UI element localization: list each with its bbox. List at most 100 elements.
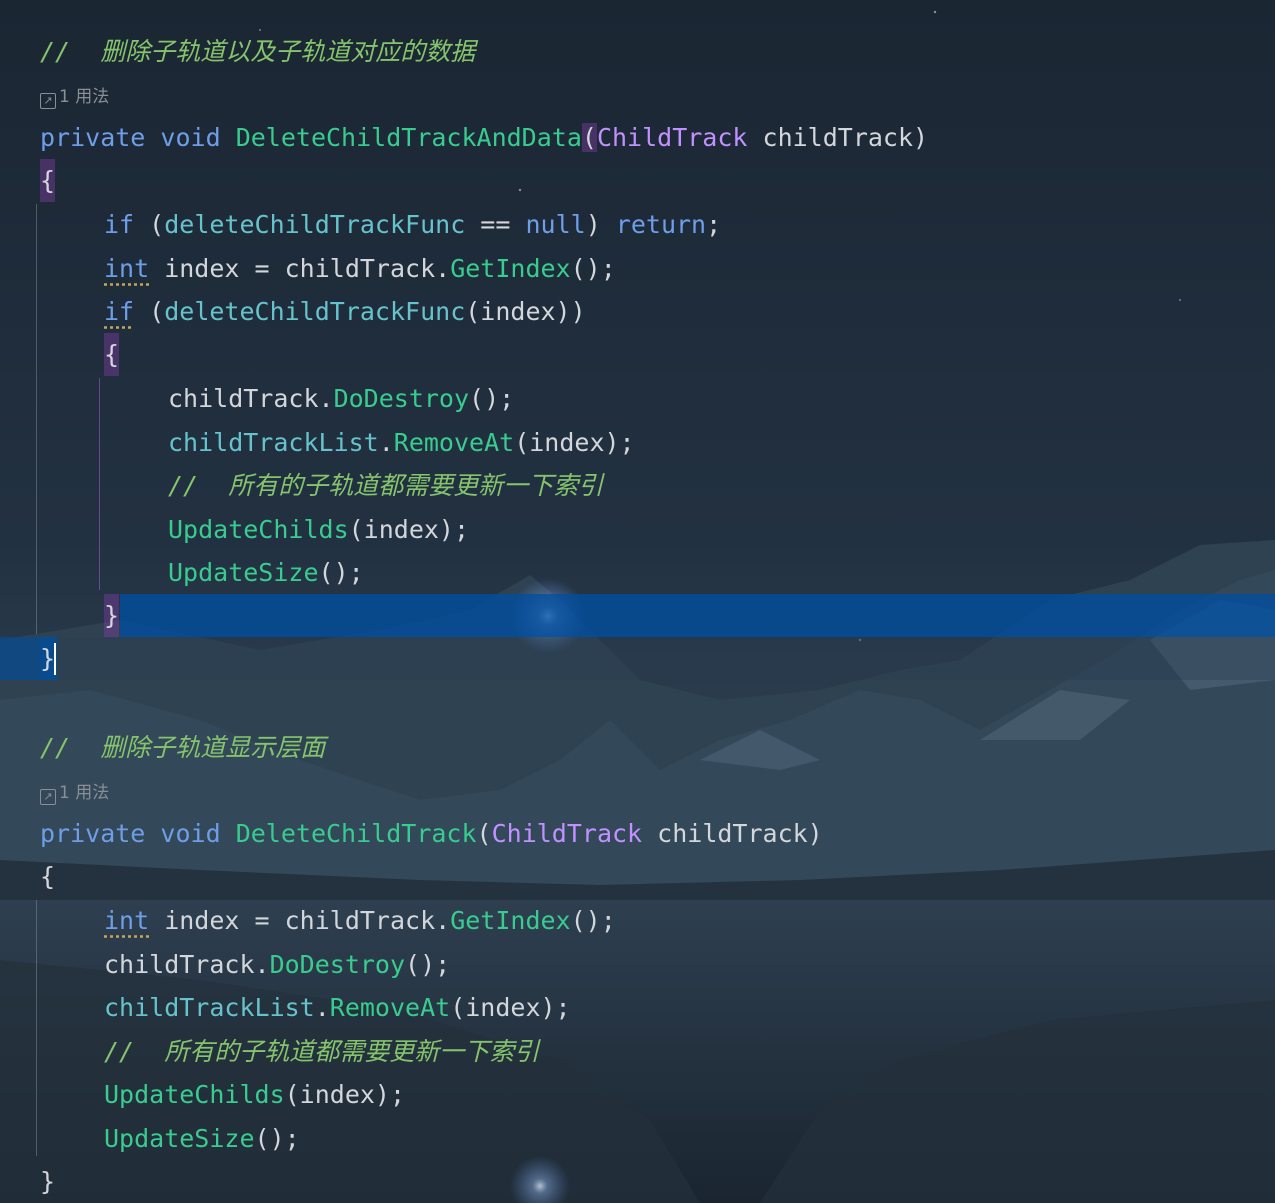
code-token: . <box>314 993 330 1022</box>
keyword-private: private <box>40 123 146 152</box>
method-name[interactable]: DeleteChildTrackAndData <box>236 123 582 152</box>
method-call[interactable]: UpdateSize <box>168 558 319 587</box>
keyword-return: return <box>615 210 707 239</box>
code-token: index = childTrack. <box>149 906 451 935</box>
code-line: if (deleteChildTrackFunc(index)) <box>0 290 1275 333</box>
code-token: (); <box>318 558 364 587</box>
code-token: (index)) <box>465 297 586 326</box>
method-call[interactable]: RemoveAt <box>330 993 450 1022</box>
indent-guide <box>36 900 37 1156</box>
code-line: } <box>0 594 120 637</box>
code-token: (index); <box>450 993 571 1022</box>
method-call[interactable]: UpdateSize <box>104 1124 255 1153</box>
method-signature: private void DeleteChildTrack(ChildTrack… <box>0 812 1275 855</box>
comment-line: // 所有的子轨道都需要更新一下索引 <box>0 464 1275 507</box>
code-token: index = childTrack. <box>149 254 451 283</box>
usage-link-icon: ↗ <box>40 789 56 805</box>
code-token: . <box>378 428 394 457</box>
code-line: UpdateChilds(index); <box>0 508 1275 551</box>
indent-guide <box>99 378 100 590</box>
close-brace: } <box>40 1167 56 1196</box>
field-reference[interactable]: childTrackList <box>168 428 379 457</box>
code-comment: // 所有的子轨道都需要更新一下索引 <box>104 1037 540 1066</box>
usage-hint[interactable]: ↗ 1 用法 <box>40 778 109 808</box>
param-name: childTrack) <box>747 123 929 152</box>
comment-line: // 所有的子轨道都需要更新一下索引 <box>0 1030 1275 1073</box>
open-brace: { <box>104 333 120 376</box>
method-call[interactable]: UpdateChilds <box>104 1080 285 1109</box>
keyword-void: void <box>160 819 221 848</box>
method-call[interactable]: DoDestroy <box>334 384 469 413</box>
keyword-if: if <box>104 210 135 239</box>
code-token: (index); <box>284 1080 406 1109</box>
field-reference[interactable]: childTrackList <box>104 993 315 1022</box>
usage-count-label: 1 用法 <box>59 783 110 803</box>
code-line: } <box>0 1160 1275 1203</box>
usage-link-icon: ↗ <box>40 93 56 109</box>
close-brace: } <box>104 594 120 637</box>
code-comment: // 删除子轨道显示层面 <box>40 733 326 762</box>
method-call[interactable]: GetIndex <box>450 254 570 283</box>
method-call[interactable]: GetIndex <box>450 906 570 935</box>
keyword-int[interactable]: int <box>104 906 149 935</box>
code-token: ( <box>134 297 165 326</box>
code-line: { <box>0 159 1275 202</box>
code-line: UpdateSize(); <box>0 551 1275 594</box>
code-token: ( <box>134 210 165 239</box>
current-line-highlight: } <box>0 637 1275 680</box>
paren-open: ( <box>476 819 492 848</box>
code-token: (); <box>405 950 451 979</box>
code-line: UpdateChilds(index); <box>0 1073 1275 1116</box>
method-signature: private void DeleteChildTrackAndData(Chi… <box>0 116 1275 159</box>
paren-open: ( <box>581 123 597 152</box>
code-editor[interactable]: // 删除子轨道以及子轨道对应的数据 ↗ 1 用法 private void De… <box>0 0 1275 1203</box>
indent-guide <box>36 204 37 634</box>
comment-line: // 删除子轨道显示层面 <box>0 726 1275 769</box>
param-name: childTrack) <box>642 819 823 848</box>
code-line: if (deleteChildTrackFunc == null) return… <box>0 203 1275 246</box>
field-reference[interactable]: deleteChildTrackFunc <box>164 210 465 239</box>
code-token: ; <box>706 210 722 239</box>
open-brace: { <box>40 862 56 891</box>
comment-line: // 删除子轨道以及子轨道对应的数据 <box>0 30 1275 73</box>
keyword-null: null <box>525 210 586 239</box>
keyword-private: private <box>40 819 146 848</box>
open-brace: { <box>40 159 56 202</box>
param-type[interactable]: ChildTrack <box>492 819 643 848</box>
code-comment: // 删除子轨道以及子轨道对应的数据 <box>40 37 476 66</box>
selection-highlight <box>0 637 40 680</box>
usage-count-label: 1 用法 <box>59 87 110 107</box>
keyword-if[interactable]: if <box>104 297 134 326</box>
code-token: childTrack. <box>104 950 270 979</box>
code-line: childTrackList.RemoveAt(index); <box>0 421 1275 464</box>
code-line: { <box>0 855 1275 898</box>
code-token: (); <box>254 1124 300 1153</box>
method-call[interactable]: DoDestroy <box>270 950 405 979</box>
code-token: childTrack. <box>168 384 334 413</box>
code-line: { <box>0 333 1275 376</box>
selection-highlight <box>120 594 1275 637</box>
code-token: == <box>465 210 526 239</box>
method-call[interactable]: UpdateChilds <box>168 515 349 544</box>
keyword-int[interactable]: int <box>104 254 149 283</box>
code-line: childTrack.DoDestroy(); <box>0 377 1275 420</box>
param-type[interactable]: ChildTrack <box>597 123 748 152</box>
code-token: (index); <box>514 428 635 457</box>
field-reference[interactable]: deleteChildTrackFunc <box>164 297 465 326</box>
code-line: childTrack.DoDestroy(); <box>0 943 1275 986</box>
code-line: int index = childTrack.GetIndex(); <box>0 899 1275 942</box>
usage-hint[interactable]: ↗ 1 用法 <box>40 82 109 112</box>
code-token: (); <box>469 384 515 413</box>
code-line: childTrackList.RemoveAt(index); <box>0 986 1275 1029</box>
code-line: int index = childTrack.GetIndex(); <box>0 247 1275 290</box>
code-comment: // 所有的子轨道都需要更新一下索引 <box>168 471 604 500</box>
text-cursor <box>54 643 56 675</box>
method-call[interactable]: RemoveAt <box>394 428 514 457</box>
code-token: ) <box>585 210 616 239</box>
code-token: (); <box>570 906 616 935</box>
method-name[interactable]: DeleteChildTrack <box>236 819 477 848</box>
code-token: (); <box>570 254 616 283</box>
code-token: (index); <box>348 515 470 544</box>
code-line: UpdateSize(); <box>0 1117 1275 1160</box>
keyword-void: void <box>160 123 221 152</box>
